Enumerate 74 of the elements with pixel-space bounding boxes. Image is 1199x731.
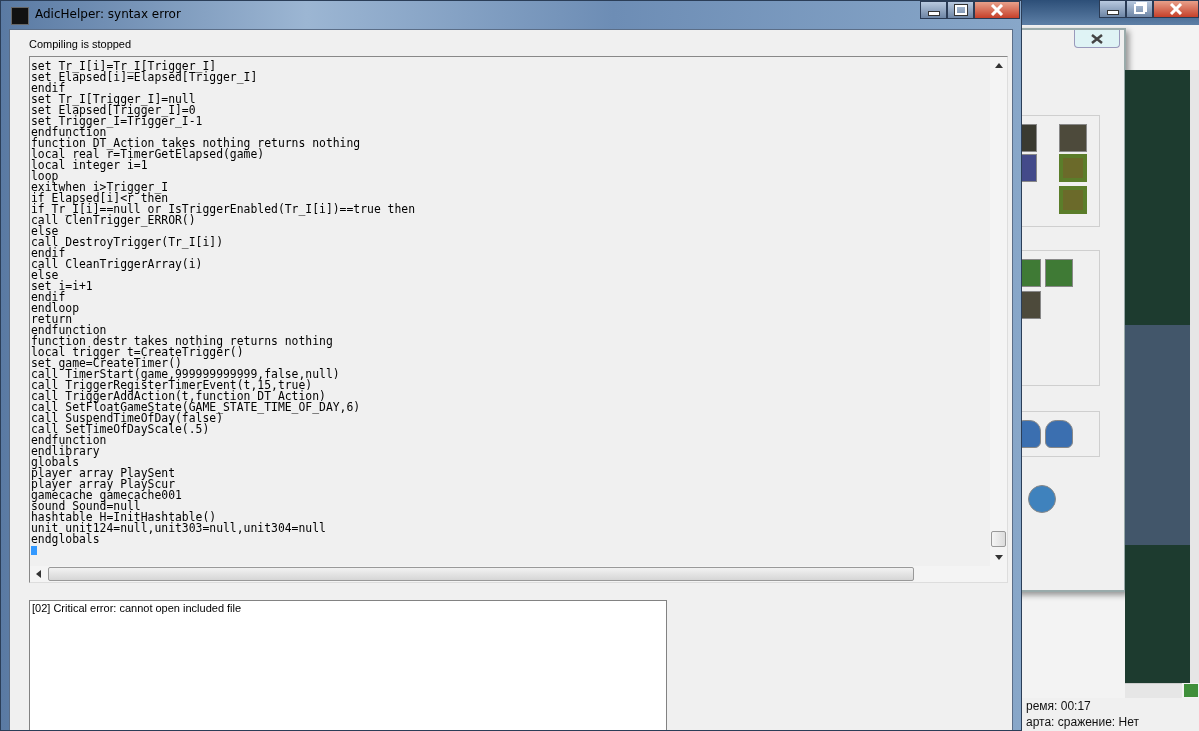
terrain-tile-icon[interactable] [1059, 186, 1087, 214]
code-line: call SetFloatGameState(GAME_STATE_TIME_OF_DAY,6) [31, 402, 362, 413]
code-line: player array PlaySent [31, 468, 176, 479]
code-line: endlibrary [31, 446, 101, 457]
ramp-tile-icon[interactable] [1045, 259, 1073, 287]
minimize-button[interactable] [1099, 0, 1126, 18]
code-line: globals [31, 457, 79, 468]
code-line: set i=i+1 [31, 281, 94, 292]
code-line: sound Sound=null [31, 501, 141, 512]
horizontal-scrollbar[interactable] [30, 566, 1007, 582]
code-line: endloop [31, 303, 80, 314]
code-line: endfunction [31, 127, 107, 138]
code-line: player array PlayScur [31, 479, 175, 490]
status-text: арта: сражение: Нет [1026, 714, 1140, 730]
code-line: endif [31, 248, 66, 259]
code-line: call TriggerAddAction(t,function DT_Action) [31, 391, 326, 402]
scroll-thumb[interactable] [48, 567, 914, 581]
code-line: call SuspendTimeOfDay(false) [31, 413, 224, 424]
code-line: loop [31, 171, 59, 182]
code-line: endfunction [31, 325, 107, 336]
code-line: call TimerStart(game,999999999999,false,null) [31, 369, 341, 380]
code-line: call ClenTrigger_ERROR() [31, 215, 196, 226]
close-button[interactable] [1153, 0, 1199, 18]
code-line: set Tr_I[i]=Tr_I[Trigger_I] [31, 61, 217, 72]
code-line: call DestroyTrigger(Tr_I[i]) [31, 237, 225, 248]
code-line: unit unit124=null,unit303=null,unit304=null [31, 523, 327, 534]
close-button[interactable] [974, 1, 1020, 19]
code-editor[interactable] [29, 56, 1008, 583]
code-line: if Elapsed[i]<r then [31, 193, 169, 204]
code-line: else [31, 270, 59, 281]
error-message: [02] Critical error: cannot open included file [32, 602, 243, 614]
close-icon [1168, 3, 1184, 15]
code-line: call SetTimeOfDayScale(.5) [31, 424, 210, 435]
code-line: local real r=TimerGetElapsed(game) [31, 149, 266, 160]
status-label: Compiling is stopped [29, 38, 133, 52]
scroll-thumb[interactable] [991, 531, 1006, 547]
water-tool-icon[interactable] [1045, 420, 1073, 448]
code-line: endfunction [31, 435, 107, 446]
water-tile-icon[interactable] [1028, 485, 1056, 513]
close-icon [1090, 33, 1104, 44]
status-text: ремя: 00:17 [1026, 698, 1092, 714]
code-line: set Tr_I[Trigger_I]=null [31, 94, 197, 105]
code-line: endif [31, 292, 66, 303]
code-line: set game=CreateTimer() [31, 358, 182, 369]
code-line: endglobals [31, 534, 100, 545]
window-title: AdicHelper: syntax error [35, 7, 181, 21]
minimize-button[interactable] [920, 1, 947, 19]
code-line: set Elapsed[i]=Elapsed[Trigger_I] [31, 72, 259, 83]
restore-button[interactable] [1126, 0, 1153, 18]
code-line: function DT_Action takes nothing returns nothing [31, 138, 362, 149]
text-cursor [31, 546, 37, 555]
code-line: local trigger t=CreateTrigger() [31, 347, 245, 358]
code-line: else [31, 226, 60, 237]
code-line: gamecache gamecache001 [31, 490, 183, 501]
close-button[interactable] [1074, 30, 1120, 48]
scroll-up-icon[interactable] [994, 63, 1003, 68]
terrain-tile-icon[interactable] [1059, 124, 1087, 152]
code-line: if Tr_I[i]==null or IsTriggerEnabled(Tr_I[i])==true then [31, 204, 417, 215]
terrain-tile-icon[interactable] [1059, 154, 1087, 182]
code-line: return [31, 314, 73, 325]
close-icon [989, 4, 1005, 16]
scroll-down-icon[interactable] [994, 555, 1003, 560]
code-line: set Elapsed[Trigger_I]=0 [31, 105, 196, 116]
code-line: call CleanTriggerArray(i) [31, 259, 204, 270]
code-line: hashtable H=InitHashtable() [31, 512, 217, 523]
scroll-left-icon[interactable] [36, 570, 41, 578]
code-line: set Trigger_I=Trigger_I-1 [31, 116, 204, 127]
code-line: exitwhen i>Trigger_I [31, 182, 170, 193]
code-line: function destr takes nothing returns nothing [31, 336, 334, 347]
code-line: local integer i=1 [31, 160, 148, 171]
horizontal-scrollbar[interactable] [1125, 683, 1182, 699]
maximize-button[interactable] [947, 1, 974, 19]
code-line: call TriggerRegisterTimerEvent(t,15,true) [31, 380, 313, 391]
code-line: endif [31, 83, 66, 94]
